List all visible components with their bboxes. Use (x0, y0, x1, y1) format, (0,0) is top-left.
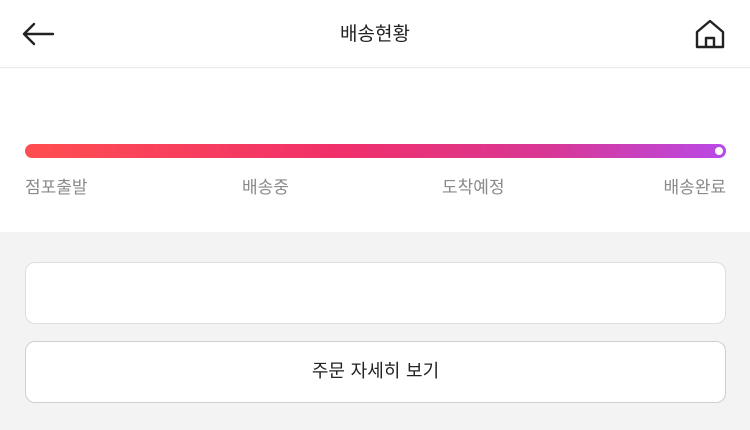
step-label-arriving: 도착예정 (442, 178, 505, 198)
progress-bar (25, 144, 726, 158)
info-card (25, 262, 726, 324)
page-title: 배송현황 (340, 23, 410, 45)
step-labels: 점포출발 배송중 도착예정 배송완료 (25, 173, 726, 198)
content-area: 주문 자세히 보기 (0, 232, 750, 430)
arrow-left-icon (22, 22, 55, 46)
progress-end-dot (713, 145, 725, 157)
delivery-tracker: 점포출발 배송중 도착예정 배송완료 (0, 69, 750, 232)
step-label-in-transit: 배송중 (242, 178, 289, 198)
home-icon (695, 19, 725, 49)
home-button[interactable] (686, 12, 734, 56)
back-button[interactable] (14, 14, 62, 54)
step-label-delivered: 배송완료 (663, 178, 726, 198)
step-label-departed: 점포출발 (25, 178, 88, 198)
header-bar: 배송현황 (0, 0, 750, 68)
order-detail-button[interactable]: 주문 자세히 보기 (25, 341, 726, 403)
